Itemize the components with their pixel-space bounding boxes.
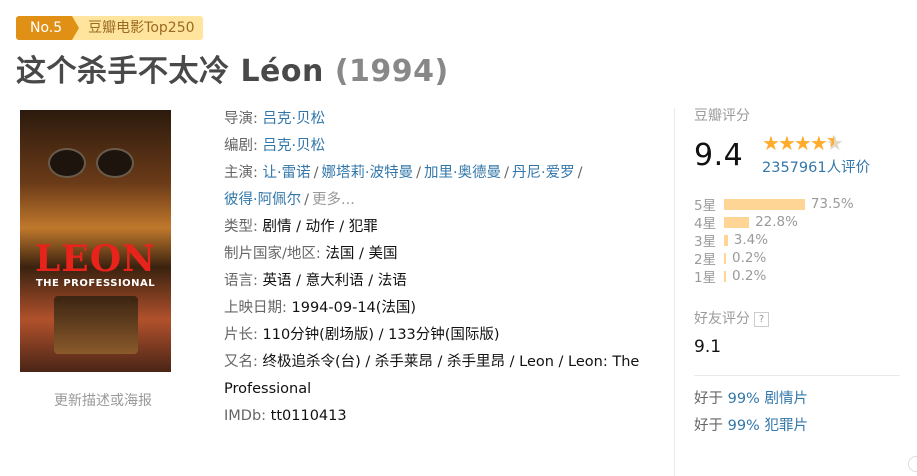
aka-value: 终极追杀令(台) / 杀手莱昂 / 杀手里昂 / Leon / Leon: Th…	[224, 354, 640, 397]
rating-percent: 0.2%	[732, 268, 767, 284]
info-writer: 编剧: 吕克·贝松	[224, 133, 660, 160]
movie-info: 导演: 吕克·贝松 编剧: 吕克·贝松 主演: 让·雷诺 / 娜塔莉·波特曼 / 加里·…	[224, 106, 660, 430]
director-label: 导演:	[224, 111, 258, 127]
poster-sunglass-left	[48, 148, 86, 178]
better-than-genre[interactable]: 剧情片	[764, 391, 808, 407]
better-than-genre[interactable]: 犯罪片	[764, 418, 808, 434]
release-label: 上映日期:	[224, 300, 287, 316]
movie-title-name: 这个杀手不太冷 Léon	[16, 54, 324, 89]
rating-row: 4星 22.8%	[694, 213, 917, 232]
writer-label: 编剧:	[224, 138, 258, 154]
info-aka: 又名: 终极追杀令(台) / 杀手莱昂 / 杀手里昂 / Leon / Leon…	[224, 349, 660, 403]
rating-panel: 豆瓣评分 9.4 ★★★★★ 2357961人评价 5星73.5%4星22.8%…	[674, 108, 917, 476]
info-imdb: IMDb: tt0110413	[224, 403, 660, 430]
genre-value: 剧情 / 动作 / 犯罪	[262, 219, 378, 235]
cast-label: 主演:	[224, 165, 258, 181]
rating-score: 9.4	[694, 138, 744, 173]
cast-more-link[interactable]: 更多...	[312, 192, 355, 208]
douban-rating-label: 豆瓣评分	[694, 108, 750, 124]
rating-votes-link[interactable]: 2357961人评价	[762, 156, 870, 177]
cast-link[interactable]: 娜塔莉·波特曼	[322, 165, 414, 181]
writer-link[interactable]: 吕克·贝松	[263, 138, 326, 154]
scroll-handle[interactable]	[908, 456, 917, 472]
poster-scene	[54, 296, 138, 354]
poster-subtitle: THE PROFESSIONAL	[35, 278, 156, 289]
movie-poster[interactable]: LEON THE PROFESSIONAL	[20, 110, 171, 372]
language-value: 英语 / 意大利语 / 法语	[262, 273, 407, 289]
rating-bar	[724, 252, 726, 264]
info-cast-continued: 彼得·阿佩尔 / 更多...	[224, 192, 355, 208]
rating-bar	[724, 234, 728, 246]
update-poster-link[interactable]: 更新描述或海报	[20, 390, 200, 410]
friend-rating-heading: 好友评分?	[694, 311, 917, 327]
country-label: 制片国家/地区:	[224, 246, 321, 262]
star-rating: ★★★★★	[762, 131, 870, 155]
info-genre: 类型: 剧情 / 动作 / 犯罪	[224, 214, 660, 241]
info-language: 语言: 英语 / 意大利语 / 法语	[224, 268, 660, 295]
rating-row: 1星 0.2%	[694, 267, 917, 286]
imdb-value: tt0110413	[270, 408, 347, 424]
cast-link[interactable]: 让·雷诺	[263, 165, 311, 181]
better-than-list: 好于 99% 剧情片 好于 99% 犯罪片	[694, 386, 917, 440]
runtime-value: 110分钟(剧场版) / 133分钟(国际版)	[262, 327, 500, 343]
rating-bar	[724, 198, 805, 210]
rating-bar	[724, 216, 750, 228]
star-icon: ★	[793, 131, 812, 155]
info-cast: 主演: 让·雷诺 / 娜塔莉·波特曼 / 加里·奥德曼 / 丹尼·爱罗 /	[224, 165, 583, 181]
aka-label: 又名:	[224, 354, 258, 370]
country-value: 法国 / 美国	[325, 246, 398, 262]
poster-sunglass-right	[96, 148, 134, 178]
rating-percent: 0.2%	[732, 250, 767, 266]
info-country: 制片国家/地区: 法国 / 美国	[224, 241, 660, 268]
rating-row: 2星 0.2%	[694, 249, 917, 268]
rating-row-star: 1星	[694, 270, 717, 286]
better-than-item: 好于 99% 剧情片	[694, 391, 808, 407]
rating-percent: 22.8%	[755, 214, 798, 230]
better-than-percent[interactable]: 99%	[728, 418, 760, 434]
rank-list-name[interactable]: 豆瓣电影Top250	[72, 16, 203, 40]
movie-year: (1994)	[334, 54, 449, 89]
genre-label: 类型:	[224, 219, 258, 235]
info-release: 上映日期: 1994-09-14(法国)	[224, 295, 660, 322]
friend-rating-score: 9.1	[694, 337, 722, 357]
better-than-percent[interactable]: 99%	[728, 391, 760, 407]
poster-logo: LEON	[34, 238, 157, 280]
rating-percent: 73.5%	[810, 196, 854, 212]
top250-rank-badge[interactable]: No.5 豆瓣电影Top250	[16, 16, 203, 40]
help-icon[interactable]: ?	[754, 312, 769, 327]
divider	[694, 375, 900, 376]
rank-number: No.5	[16, 16, 80, 40]
movie-title: 这个杀手不太冷 Léon (1994)	[16, 46, 449, 90]
rating-row: 3星 3.4%	[694, 231, 917, 250]
rating-row-star: 2星	[694, 252, 717, 268]
rating-distribution: 5星 73.5% 4星 22.8% 3星 3.4% 2星 0.2% 1星 0.2%	[694, 195, 917, 286]
better-than-item: 好于 99% 犯罪片	[694, 418, 808, 434]
cast-link[interactable]: 丹尼·爱罗	[512, 165, 575, 181]
rating-row-star: 3星	[694, 234, 717, 250]
imdb-label: IMDb:	[224, 408, 267, 424]
star-icon: ★	[777, 131, 796, 155]
language-label: 语言:	[224, 273, 258, 289]
release-value: 1994-09-14(法国)	[291, 300, 417, 316]
rating-row-star: 5星	[694, 198, 717, 214]
half-star-icon: ★	[826, 131, 844, 155]
rating-row-star: 4星	[694, 216, 717, 232]
rating-percent: 3.4%	[733, 232, 769, 248]
friend-rating-label: 好友评分	[694, 311, 750, 327]
cast-link[interactable]: 加里·奥德曼	[424, 165, 501, 181]
rating-bar	[724, 270, 726, 282]
cast-link[interactable]: 彼得·阿佩尔	[224, 192, 301, 208]
info-runtime: 片长: 110分钟(剧场版) / 133分钟(国际版)	[224, 322, 660, 349]
star-icon: ★	[762, 131, 780, 155]
director-link[interactable]: 吕克·贝松	[263, 111, 326, 127]
runtime-label: 片长:	[224, 327, 258, 343]
star-icon: ★	[809, 131, 828, 155]
rating-row: 5星 73.5%	[694, 195, 917, 214]
info-director: 导演: 吕克·贝松	[224, 106, 660, 133]
